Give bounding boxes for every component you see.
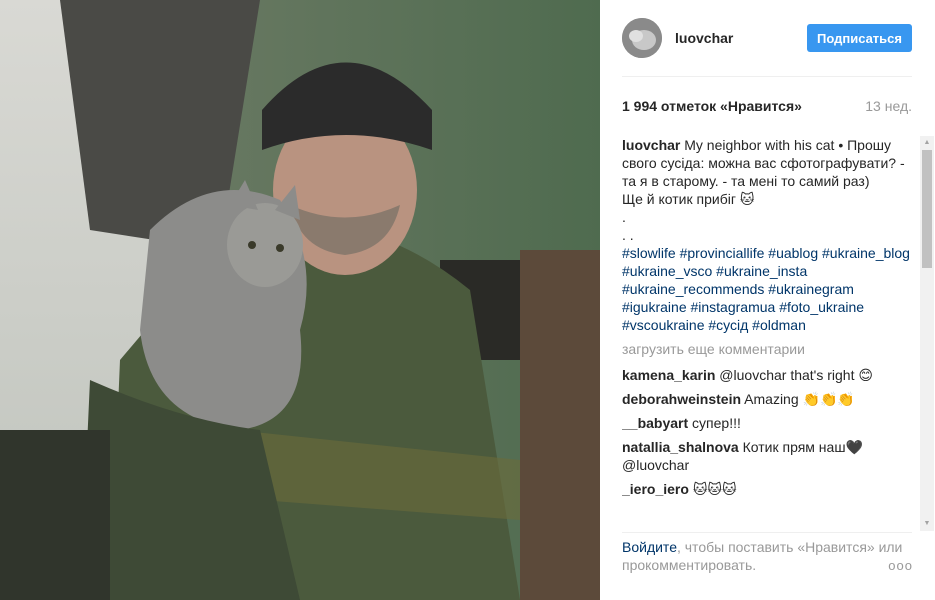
- likes-row: 1 994 отметок «Нравится» 13 нед.: [622, 98, 912, 114]
- comment-item: _iero_iero 🐱🐱🐱: [622, 480, 912, 498]
- footer-divider: [622, 532, 912, 533]
- header-divider: [622, 76, 912, 77]
- post-sidebar: luovchar Подписаться 1 994 отметок «Нрав…: [600, 0, 935, 600]
- caption-username[interactable]: luovchar: [622, 137, 680, 153]
- comment-text: 🐱🐱🐱: [692, 481, 737, 497]
- likes-count[interactable]: 1 994 отметок «Нравится»: [622, 98, 802, 114]
- comment-item: __babyart супер!!!: [622, 414, 912, 432]
- comments-scrollbar[interactable]: ▲ ▼: [920, 136, 934, 531]
- comment-username[interactable]: _iero_iero: [622, 481, 689, 497]
- photo-illustration: [0, 0, 600, 600]
- scroll-down-arrow-icon[interactable]: ▼: [920, 517, 934, 531]
- avatar[interactable]: [622, 18, 662, 58]
- username-link[interactable]: luovchar: [675, 30, 807, 46]
- comments-list[interactable]: luovchar My neighbor with his cat • Прош…: [622, 136, 912, 528]
- comment-item: kamena_karin @luovchar that's right 😊: [622, 366, 912, 384]
- post-photo[interactable]: [0, 0, 600, 600]
- comment-username[interactable]: deborahweinstein: [622, 391, 741, 407]
- scroll-thumb[interactable]: [922, 150, 932, 268]
- comment-username[interactable]: kamena_karin: [622, 367, 715, 383]
- login-link[interactable]: Войдите: [622, 539, 677, 555]
- comment-item: deborahweinstein Amazing 👏👏👏: [622, 390, 912, 408]
- caption-hashtags[interactable]: #slowlife #provinciallife #uablog #ukrai…: [622, 245, 910, 333]
- post-header: luovchar Подписаться: [622, 16, 912, 60]
- comment-text: @luovchar that's right 😊: [719, 367, 873, 383]
- login-prompt: Войдите, чтобы поставить «Нравится» или …: [622, 538, 912, 574]
- more-options-icon[interactable]: ooo: [888, 558, 913, 573]
- caption: luovchar My neighbor with his cat • Прош…: [622, 136, 912, 334]
- post-time[interactable]: 13 нед.: [865, 98, 912, 114]
- comment-text: Amazing 👏👏👏: [744, 391, 855, 407]
- comment-text: супер!!!: [692, 415, 741, 431]
- comment-username[interactable]: __babyart: [622, 415, 688, 431]
- comment-item: natallia_shalnova Котик прям наш🖤 @luovc…: [622, 438, 912, 474]
- scroll-up-arrow-icon[interactable]: ▲: [920, 136, 934, 150]
- comment-username[interactable]: natallia_shalnova: [622, 439, 739, 455]
- follow-button[interactable]: Подписаться: [806, 24, 912, 52]
- load-more-comments[interactable]: загрузить еще комментарии: [622, 340, 912, 358]
